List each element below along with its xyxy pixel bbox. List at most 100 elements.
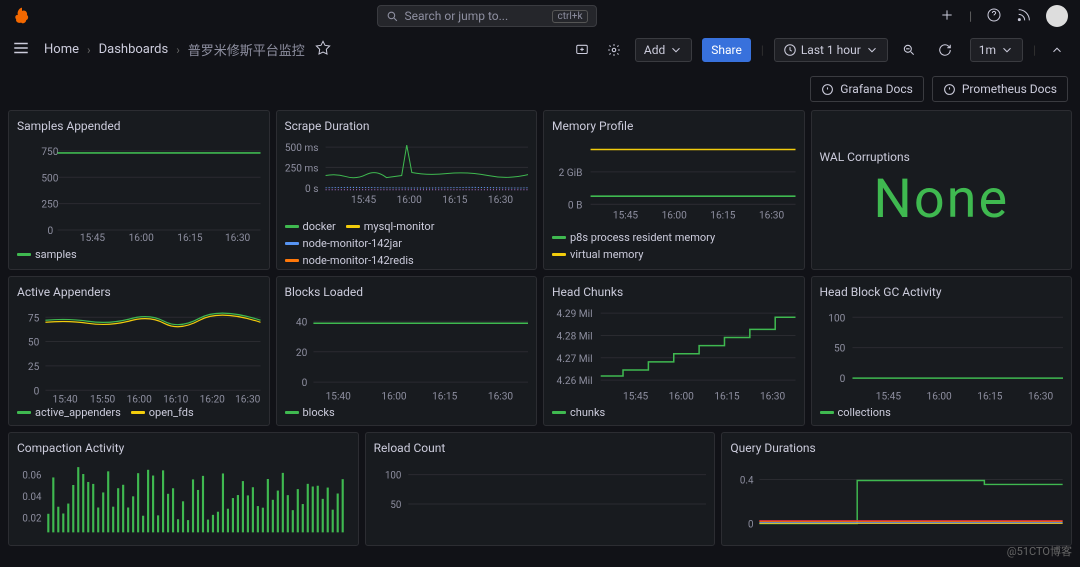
settings-icon[interactable] (603, 39, 625, 61)
watermark: @51CTO博客 (1007, 543, 1072, 559)
svg-text:16:30: 16:30 (235, 394, 260, 404)
search-icon (386, 10, 399, 23)
zoom-out-icon[interactable] (898, 39, 920, 61)
svg-text:16:30: 16:30 (225, 233, 251, 244)
svg-text:50: 50 (833, 344, 845, 355)
svg-text:250 ms: 250 ms (285, 163, 318, 174)
share-button[interactable]: Share (702, 38, 751, 62)
svg-text:50: 50 (28, 338, 40, 349)
avatar[interactable] (1046, 5, 1068, 27)
add-menu[interactable] (939, 7, 955, 26)
svg-text:16:30: 16:30 (487, 195, 513, 206)
panel-compaction[interactable]: Compaction Activity 0.060.040.02 (8, 432, 359, 546)
panel-samples-appended[interactable]: Samples Appended 7505002500 15:4516:0016… (8, 110, 270, 270)
panel-reload-count[interactable]: Reload Count 10050 (365, 432, 716, 546)
svg-text:0: 0 (34, 386, 40, 397)
svg-text:16:30: 16:30 (487, 391, 513, 402)
svg-text:15:40: 15:40 (53, 394, 79, 404)
svg-text:500 ms: 500 ms (285, 143, 318, 154)
svg-text:100: 100 (385, 471, 401, 482)
svg-text:4.28 Mil: 4.28 Mil (557, 332, 593, 343)
svg-text:16:00: 16:00 (662, 211, 688, 222)
svg-text:0: 0 (748, 519, 754, 530)
help-icon[interactable] (986, 7, 1002, 26)
svg-text:100: 100 (828, 313, 845, 324)
svg-text:25: 25 (28, 362, 40, 373)
dashboard-grid: Samples Appended 7505002500 15:4516:0016… (0, 110, 1080, 426)
svg-text:75: 75 (28, 313, 40, 324)
svg-text:15:45: 15:45 (623, 391, 649, 402)
svg-text:16:30: 16:30 (759, 211, 785, 222)
svg-text:16:15: 16:15 (442, 195, 468, 206)
svg-text:20: 20 (295, 348, 307, 359)
svg-text:15:40: 15:40 (325, 391, 351, 402)
svg-text:16:15: 16:15 (432, 391, 458, 402)
svg-text:16:15: 16:15 (977, 391, 1003, 402)
search-kbd: ctrl+k (552, 10, 587, 23)
svg-text:16:00: 16:00 (129, 233, 155, 244)
svg-text:16:15: 16:15 (710, 211, 736, 222)
panel-head-chunks[interactable]: Head Chunks 4.29 Mil4.28 Mil4.27 Mil4.26… (543, 276, 805, 426)
dashboard-grid-row3: Compaction Activity 0.060.040.02 Reload … (0, 426, 1080, 546)
svg-text:4.26 Mil: 4.26 Mil (557, 376, 593, 387)
breadcrumb-home[interactable]: Home (44, 42, 79, 57)
svg-text:0 s: 0 s (305, 184, 318, 195)
panel-wal-corruptions[interactable]: WAL Corruptions None (811, 110, 1073, 270)
breadcrumb-dashboards[interactable]: Dashboards (99, 42, 169, 57)
panel-query-durations[interactable]: Query Durations 0.40 (721, 432, 1072, 546)
topbar: Search or jump to... ctrl+k | (0, 0, 1080, 32)
svg-text:0.02: 0.02 (22, 514, 42, 525)
refresh-interval[interactable]: 1m (970, 38, 1023, 62)
panel-add-icon[interactable] (571, 39, 593, 61)
svg-text:0.06: 0.06 (22, 471, 42, 482)
svg-text:15:45: 15:45 (875, 391, 901, 402)
toolbar: Home › Dashboards › 普罗米修斯平台监控 Add Share … (0, 32, 1080, 68)
svg-text:0.04: 0.04 (22, 492, 42, 503)
time-picker[interactable]: Last 1 hour (774, 38, 888, 62)
panel-memory-profile[interactable]: Memory Profile 2 GiB0 B 15:4516:0016:151… (543, 110, 805, 270)
svg-text:16:30: 16:30 (760, 391, 786, 402)
svg-text:750: 750 (41, 147, 58, 158)
breadcrumb-current[interactable]: 普罗米修斯平台监控 (188, 40, 305, 59)
svg-text:15:45: 15:45 (80, 233, 106, 244)
search-placeholder: Search or jump to... (405, 9, 509, 23)
panel-blocks-loaded[interactable]: Blocks Loaded 40200 15:4016:0016:1516:30… (276, 276, 538, 426)
svg-text:16:00: 16:00 (127, 394, 153, 404)
svg-text:16:00: 16:00 (669, 391, 695, 402)
svg-text:50: 50 (390, 500, 401, 511)
panel-gc-activity[interactable]: Head Block GC Activity 100500 15:4516:00… (811, 276, 1073, 426)
svg-text:0 B: 0 B (568, 200, 583, 211)
svg-text:0: 0 (839, 374, 845, 385)
prometheus-docs-button[interactable]: Prometheus Docs (932, 76, 1068, 102)
grafana-docs-button[interactable]: Grafana Docs (810, 76, 924, 102)
svg-text:2 GiB: 2 GiB (559, 168, 583, 179)
docs-row: Grafana Docs Prometheus Docs (0, 68, 1080, 110)
svg-text:16:00: 16:00 (381, 391, 407, 402)
svg-text:15:45: 15:45 (613, 211, 639, 222)
svg-text:16:00: 16:00 (926, 391, 952, 402)
svg-text:16:30: 16:30 (1027, 391, 1053, 402)
panel-scrape-duration[interactable]: Scrape Duration 500 ms250 ms0 s 15:4516:… (276, 110, 538, 270)
svg-text:16:00: 16:00 (396, 195, 422, 206)
panel-active-appenders[interactable]: Active Appenders 7550250 15:4015:5016:00… (8, 276, 270, 426)
search-input[interactable]: Search or jump to... ctrl+k (377, 5, 597, 27)
svg-text:15:50: 15:50 (90, 394, 116, 404)
svg-text:16:15: 16:15 (177, 233, 203, 244)
refresh-button[interactable] (930, 39, 960, 61)
svg-text:500: 500 (41, 173, 58, 184)
svg-text:250: 250 (41, 200, 58, 211)
svg-text:40: 40 (295, 317, 307, 328)
svg-text:16:20: 16:20 (200, 394, 226, 404)
svg-text:0.4: 0.4 (740, 475, 754, 486)
menu-icon[interactable] (12, 39, 30, 60)
add-button[interactable]: Add (635, 38, 692, 62)
svg-text:16:15: 16:15 (714, 391, 740, 402)
breadcrumb: Home › Dashboards › 普罗米修斯平台监控 (44, 40, 305, 59)
svg-text:16:10: 16:10 (163, 394, 189, 404)
rss-icon[interactable] (1016, 7, 1032, 26)
svg-text:4.29 Mil: 4.29 Mil (557, 309, 593, 320)
star-icon[interactable] (305, 40, 331, 59)
svg-text:4.27 Mil: 4.27 Mil (557, 354, 593, 365)
collapse-icon[interactable] (1046, 39, 1068, 61)
grafana-logo-icon[interactable] (12, 6, 32, 26)
